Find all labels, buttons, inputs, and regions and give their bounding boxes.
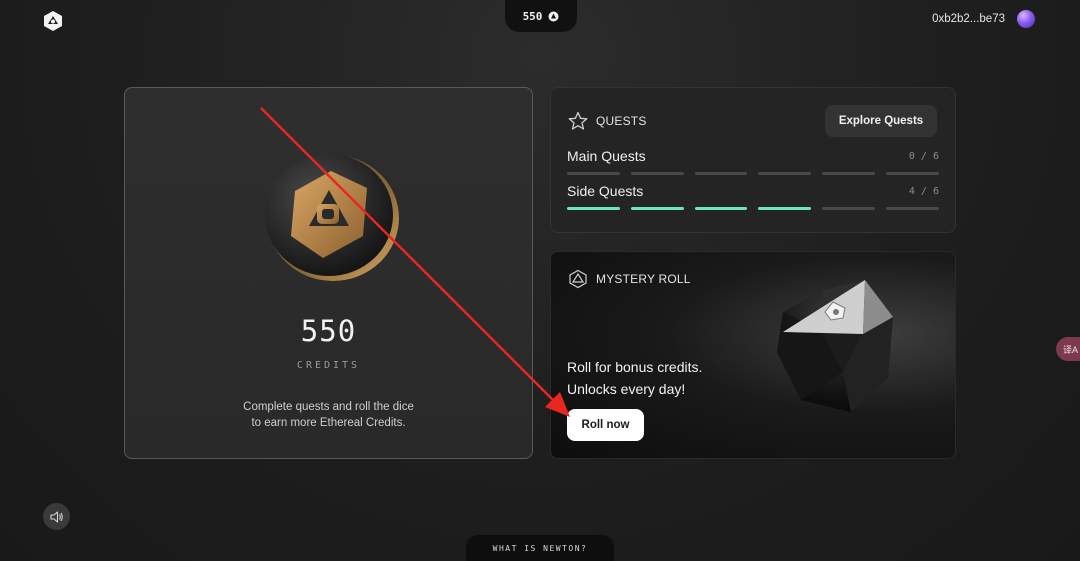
what-is-newton-label: WHAT IS NEWTON? — [492, 543, 588, 553]
d20-dice-image — [777, 280, 893, 412]
credits-balance-tab[interactable]: 550 — [505, 0, 577, 32]
quests-title: QUESTS — [568, 111, 647, 131]
quests-card: QUESTS Explore Quests Main Quests 0 / 6 … — [550, 87, 956, 233]
progress-segment — [630, 207, 684, 210]
roll-now-button[interactable]: Roll now — [567, 409, 644, 441]
avatar — [1017, 10, 1035, 28]
star-icon — [568, 111, 588, 130]
mystery-roll-card: MYSTERY ROLL Roll for bonus credits. Unl… — [550, 251, 956, 459]
credits-description-line2: to earn more Ethereal Credits. — [251, 417, 406, 429]
newton-logo-icon[interactable] — [42, 10, 64, 32]
dice-outline-icon — [569, 269, 587, 289]
progress-segment — [758, 207, 812, 210]
quest-name: Main Quests — [567, 148, 646, 164]
quest-progress-bar — [567, 207, 939, 210]
quest-progress-bar — [567, 172, 939, 175]
progress-segment — [567, 207, 620, 210]
progress-segment — [758, 172, 812, 175]
credits-card: 550 CREDITS Complete quests and roll the… — [124, 87, 533, 459]
progress-segment — [694, 172, 748, 175]
credit-coin-icon — [548, 11, 559, 21]
translate-widget-label: 译A — [1063, 344, 1079, 355]
mystery-roll-line2: Unlocks every day! — [567, 381, 686, 397]
progress-segment — [822, 172, 876, 175]
mystery-roll-title: MYSTERY ROLL — [568, 269, 691, 289]
wallet-account[interactable]: 0xb2b2...be73 — [932, 10, 1035, 28]
progress-segment — [886, 172, 939, 175]
explore-quests-button[interactable]: Explore Quests — [825, 105, 937, 137]
ethereal-credit-coin-image — [265, 154, 399, 281]
quests-title-text: QUESTS — [596, 114, 647, 128]
quest-row-main[interactable]: Main Quests 0 / 6 — [567, 148, 939, 175]
sound-toggle-button[interactable] — [43, 503, 70, 530]
translate-widget[interactable]: 译A — [1056, 337, 1080, 361]
quest-count: 0 / 6 — [908, 150, 939, 162]
credits-description: Complete quests and roll the dice to ear… — [125, 399, 532, 431]
mystery-roll-description: Roll for bonus credits. Unlocks every da… — [567, 356, 702, 400]
wallet-address: 0xb2b2...be73 — [932, 13, 1005, 25]
mystery-roll-title-text: MYSTERY ROLL — [596, 272, 691, 286]
credits-description-line1: Complete quests and roll the dice — [243, 401, 414, 413]
speaker-icon — [49, 510, 63, 523]
quest-row-side[interactable]: Side Quests 4 / 6 — [567, 183, 939, 210]
credits-unit-label: CREDITS — [296, 360, 361, 371]
what-is-newton-tab[interactable]: WHAT IS NEWTON? — [466, 535, 614, 561]
progress-segment — [630, 172, 684, 175]
mystery-roll-line1: Roll for bonus credits. — [567, 359, 703, 375]
progress-segment — [822, 207, 876, 210]
progress-segment — [567, 172, 620, 175]
progress-segment — [886, 207, 939, 210]
quest-count: 4 / 6 — [908, 185, 939, 197]
credits-amount: 550 — [300, 314, 357, 348]
progress-segment — [694, 207, 748, 210]
credits-balance-value: 550 — [522, 9, 543, 23]
quest-name: Side Quests — [567, 183, 644, 199]
